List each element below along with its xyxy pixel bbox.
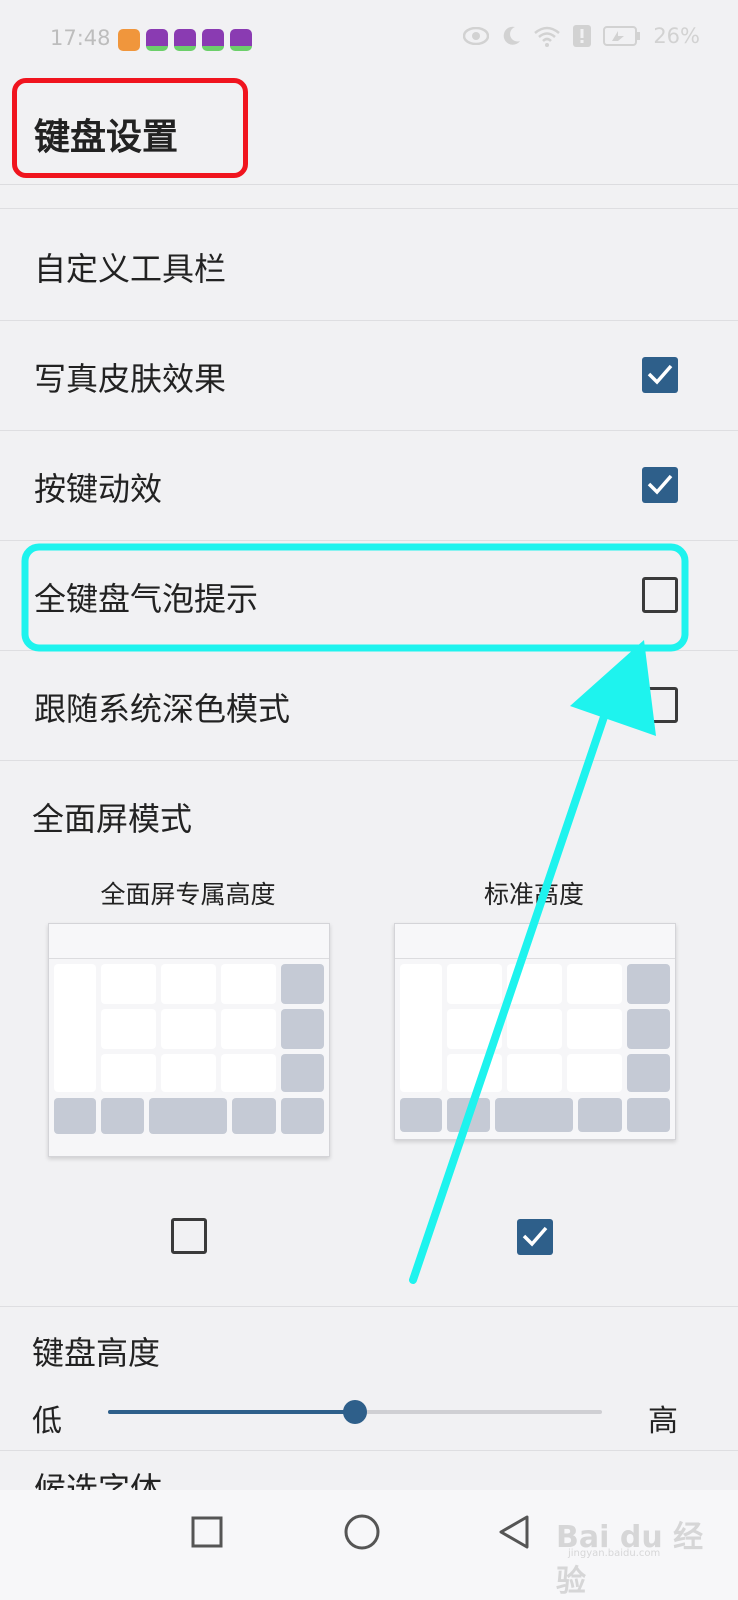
annotation-arrow-shaft — [409, 701, 612, 1284]
annotation-cyan-box — [21, 543, 689, 652]
annotation-arrow-head — [570, 640, 656, 736]
annotation-overlay — [21, 543, 689, 1284]
